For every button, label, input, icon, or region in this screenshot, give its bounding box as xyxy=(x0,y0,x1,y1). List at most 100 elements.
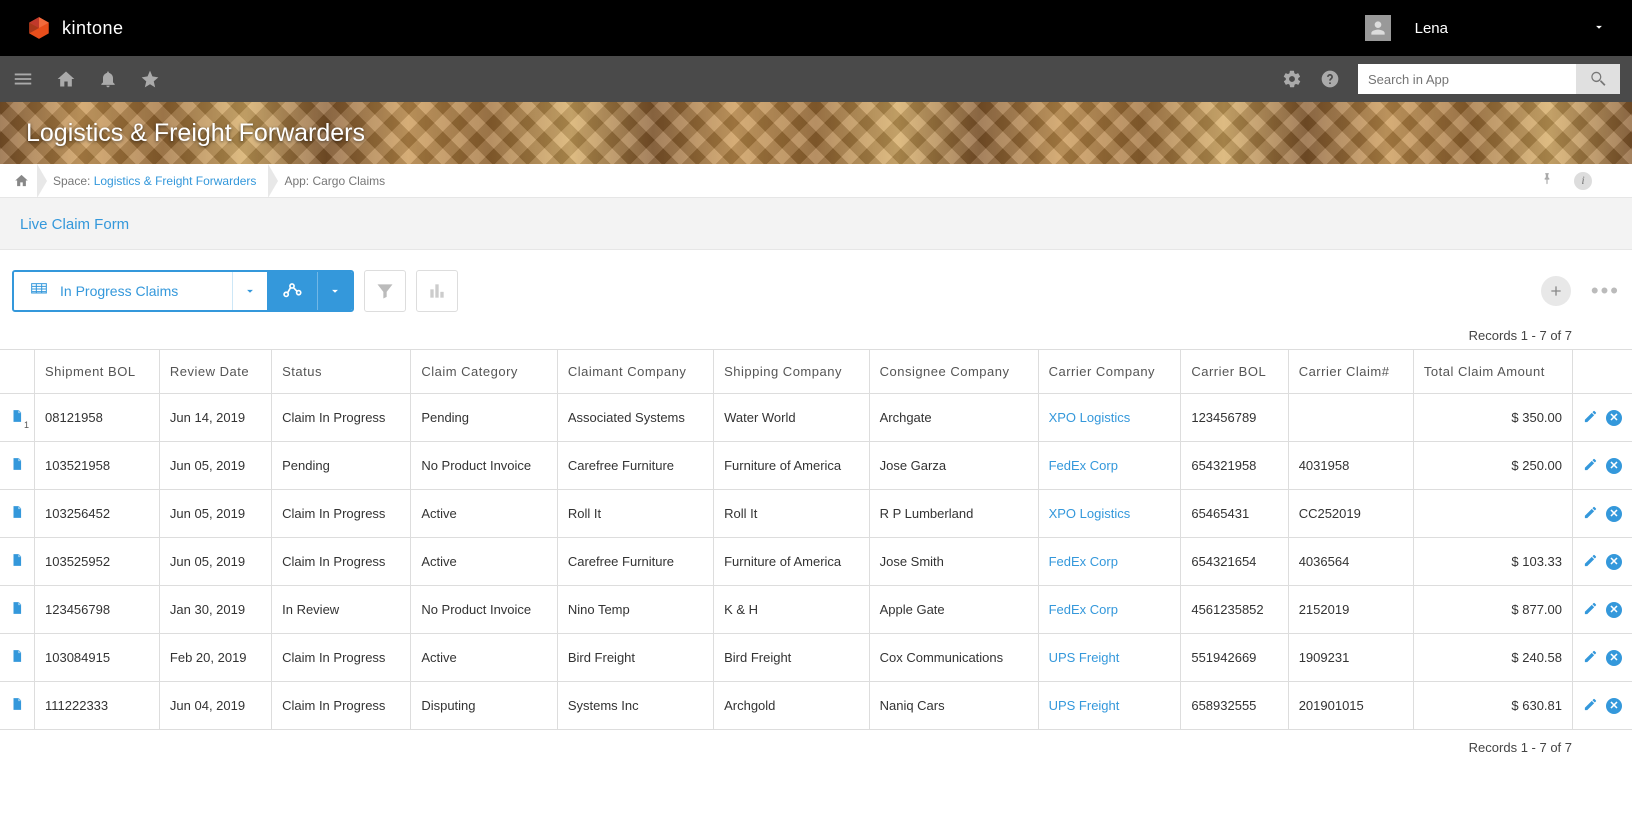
cell-shipping: Furniture of America xyxy=(714,538,870,586)
search-input[interactable] xyxy=(1358,64,1576,94)
cell-shipping: Furniture of America xyxy=(714,442,870,490)
delete-button[interactable]: ✕ xyxy=(1606,410,1622,426)
chevron-down-icon xyxy=(328,284,342,298)
row-icon[interactable] xyxy=(0,490,35,538)
pin-icon[interactable] xyxy=(1540,172,1554,189)
cell-status: Claim In Progress xyxy=(272,682,411,730)
cell-amount: $ 630.81 xyxy=(1413,682,1572,730)
cell-carrier-claim: 1909231 xyxy=(1288,634,1413,682)
cell-consignee: R P Lumberland xyxy=(869,490,1038,538)
search-button[interactable] xyxy=(1576,64,1620,94)
delete-button[interactable]: ✕ xyxy=(1606,458,1622,474)
table-row: 103256452Jun 05, 2019Claim In ProgressAc… xyxy=(0,490,1632,538)
cell-bol: 08121958 xyxy=(35,394,160,442)
cell-consignee: Naniq Cars xyxy=(869,682,1038,730)
delete-button[interactable]: ✕ xyxy=(1606,650,1622,666)
row-icon[interactable] xyxy=(0,634,35,682)
edit-button[interactable] xyxy=(1583,457,1598,475)
delete-button[interactable]: ✕ xyxy=(1606,602,1622,618)
gear-icon[interactable] xyxy=(1282,69,1302,89)
cell-date: Jun 05, 2019 xyxy=(159,442,271,490)
delete-button[interactable]: ✕ xyxy=(1606,698,1622,714)
header-carrier-bol[interactable]: Carrier BOL xyxy=(1181,350,1288,394)
cell-claimant: Associated Systems xyxy=(557,394,713,442)
document-icon xyxy=(10,460,24,475)
home-icon xyxy=(14,173,29,188)
carrier-link[interactable]: FedEx Corp xyxy=(1049,602,1118,617)
user-menu[interactable]: Lena xyxy=(1365,15,1606,41)
cell-carrier-claim xyxy=(1288,394,1413,442)
info-icon[interactable]: i xyxy=(1574,172,1592,190)
cell-carrier: FedEx Corp xyxy=(1038,538,1181,586)
home-icon[interactable] xyxy=(56,69,76,89)
cell-actions: ✕ xyxy=(1573,538,1632,586)
cell-claimant: Bird Freight xyxy=(557,634,713,682)
carrier-link[interactable]: XPO Logistics xyxy=(1049,410,1131,425)
edit-button[interactable] xyxy=(1583,697,1598,715)
header-date[interactable]: Review Date xyxy=(159,350,271,394)
carrier-link[interactable]: FedEx Corp xyxy=(1049,554,1118,569)
bell-icon[interactable] xyxy=(98,69,118,89)
view-list-button[interactable]: In Progress Claims xyxy=(14,272,232,310)
cell-bol: 103525952 xyxy=(35,538,160,586)
delete-button[interactable]: ✕ xyxy=(1606,554,1622,570)
cell-bol: 103084915 xyxy=(35,634,160,682)
cell-amount: $ 350.00 xyxy=(1413,394,1572,442)
cell-actions: ✕ xyxy=(1573,394,1632,442)
cell-shipping: Bird Freight xyxy=(714,634,870,682)
plus-icon xyxy=(1548,283,1564,299)
header-carrier-claim[interactable]: Carrier Claim# xyxy=(1288,350,1413,394)
row-icon[interactable] xyxy=(0,442,35,490)
header-amount[interactable]: Total Claim Amount xyxy=(1413,350,1572,394)
menu-icon[interactable] xyxy=(12,68,34,90)
carrier-link[interactable]: UPS Freight xyxy=(1049,698,1120,713)
breadcrumb-home[interactable] xyxy=(10,164,39,197)
delete-button[interactable]: ✕ xyxy=(1606,506,1622,522)
cell-actions: ✕ xyxy=(1573,442,1632,490)
row-icon[interactable]: 1 xyxy=(0,394,35,442)
breadcrumb-space-link[interactable]: Logistics & Freight Forwarders xyxy=(94,174,257,188)
cell-status: Claim In Progress xyxy=(272,394,411,442)
more-menu[interactable]: ••• xyxy=(1591,278,1620,304)
edit-button[interactable] xyxy=(1583,505,1598,523)
view-chart-button[interactable] xyxy=(267,272,317,310)
edit-button[interactable] xyxy=(1583,601,1598,619)
chart-button[interactable] xyxy=(416,270,458,312)
help-icon[interactable] xyxy=(1320,69,1340,89)
chevron-down-icon xyxy=(1592,20,1606,37)
filter-button[interactable] xyxy=(364,270,406,312)
row-icon[interactable] xyxy=(0,586,35,634)
header-bol[interactable]: Shipment BOL xyxy=(35,350,160,394)
controls: In Progress Claims ••• xyxy=(0,250,1632,322)
breadcrumb-app: App: Cargo Claims xyxy=(270,164,399,197)
edit-button[interactable] xyxy=(1583,409,1598,427)
brand[interactable]: kintone xyxy=(26,15,124,41)
chevron-down-icon xyxy=(243,284,257,298)
breadcrumb-app-label: App: Cargo Claims xyxy=(284,174,385,188)
view-list-dropdown[interactable] xyxy=(232,272,267,310)
header-category[interactable]: Claim Category xyxy=(411,350,558,394)
carrier-link[interactable]: UPS Freight xyxy=(1049,650,1120,665)
view-chart-dropdown[interactable] xyxy=(317,272,352,310)
carrier-link[interactable]: XPO Logistics xyxy=(1049,506,1131,521)
row-icon[interactable] xyxy=(0,682,35,730)
cell-date: Jun 05, 2019 xyxy=(159,538,271,586)
cell-carrier-bol: 123456789 xyxy=(1181,394,1288,442)
header-consignee[interactable]: Consignee Company xyxy=(869,350,1038,394)
table-row: 123456798Jan 30, 2019In ReviewNo Product… xyxy=(0,586,1632,634)
cell-carrier: XPO Logistics xyxy=(1038,394,1181,442)
star-icon[interactable] xyxy=(140,69,160,89)
edit-button[interactable] xyxy=(1583,553,1598,571)
header-shipping[interactable]: Shipping Company xyxy=(714,350,870,394)
header-status[interactable]: Status xyxy=(272,350,411,394)
row-icon[interactable] xyxy=(0,538,35,586)
add-record-button[interactable] xyxy=(1541,276,1571,306)
live-claim-form-link[interactable]: Live Claim Form xyxy=(20,216,129,233)
carrier-link[interactable]: FedEx Corp xyxy=(1049,458,1118,473)
header-claimant[interactable]: Claimant Company xyxy=(557,350,713,394)
table-row: 103525952Jun 05, 2019Claim In ProgressAc… xyxy=(0,538,1632,586)
edit-button[interactable] xyxy=(1583,649,1598,667)
cell-amount: $ 250.00 xyxy=(1413,442,1572,490)
cell-category: Disputing xyxy=(411,682,558,730)
header-carrier[interactable]: Carrier Company xyxy=(1038,350,1181,394)
